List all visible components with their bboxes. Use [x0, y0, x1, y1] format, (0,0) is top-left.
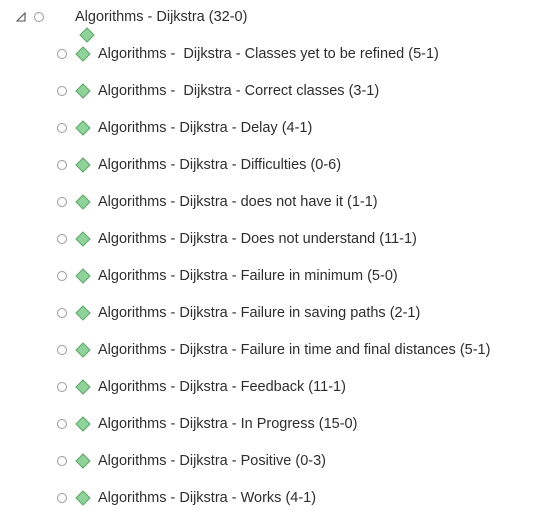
- tree-item-row[interactable]: Algorithms - Dijkstra - Classes yet to b…: [0, 39, 550, 69]
- green-diamond-node-icon: [75, 157, 91, 173]
- tree-item-label: Algorithms - Dijkstra - does not have it…: [98, 194, 378, 210]
- green-diamond-node-icon: [75, 453, 91, 469]
- tree-item-select-circle[interactable]: [57, 419, 67, 429]
- code-tree: Algorithms - Dijkstra (32-0) Algorithms …: [0, 0, 550, 522]
- tree-item-row[interactable]: Algorithms - Dijkstra - Does not underst…: [0, 224, 550, 254]
- tree-item-select-circle[interactable]: [57, 123, 67, 133]
- green-diamond-node-icon: [75, 120, 91, 136]
- tree-item-label: Algorithms - Dijkstra - Delay (4-1): [98, 120, 313, 136]
- tree-item-row[interactable]: Algorithms - Dijkstra - Works (4-1): [0, 483, 550, 513]
- green-diamond-node-icon: [75, 305, 91, 321]
- tree-item-select-circle[interactable]: [57, 382, 67, 392]
- tree-item-label: Algorithms - Dijkstra - Correct classes …: [98, 83, 380, 99]
- tree-item-label: Algorithms - Dijkstra - Failure in savin…: [98, 305, 421, 321]
- green-diamond-node-icon: [75, 194, 91, 210]
- tree-item-select-circle[interactable]: [57, 160, 67, 170]
- tree-item-row[interactable]: Algorithms - Dijkstra - Failure in minim…: [0, 261, 550, 291]
- green-diamond-node-icon: [75, 231, 91, 247]
- tree-item-select-circle[interactable]: [57, 49, 67, 59]
- green-diamond-node-icon: [75, 268, 91, 284]
- tree-item-label: Algorithms - Dijkstra - Failure in time …: [98, 342, 491, 358]
- tree-root-row[interactable]: Algorithms - Dijkstra (32-0): [0, 2, 550, 43]
- tree-item-select-circle[interactable]: [57, 271, 67, 281]
- green-diamond-node-icon: [52, 9, 95, 43]
- tree-item-row[interactable]: Algorithms - Dijkstra - Delay (4-1): [0, 113, 550, 143]
- root-select-circle[interactable]: [34, 12, 44, 22]
- tree-item-row[interactable]: Algorithms - Dijkstra - does not have it…: [0, 187, 550, 217]
- green-diamond-node-icon: [75, 46, 91, 62]
- tree-item-label: Algorithms - Dijkstra - Difficulties (0-…: [98, 157, 342, 173]
- green-diamond-node-icon: [75, 83, 91, 99]
- tree-item-label: Algorithms - Dijkstra - Classes yet to b…: [98, 46, 439, 62]
- expanded-triangle-icon[interactable]: [16, 12, 26, 22]
- tree-item-select-circle[interactable]: [57, 86, 67, 96]
- tree-item-label: Algorithms - Dijkstra - Feedback (11-1): [98, 379, 346, 395]
- tree-item-row[interactable]: Algorithms - Dijkstra - Difficulties (0-…: [0, 150, 550, 180]
- tree-item-select-circle[interactable]: [57, 308, 67, 318]
- tree-item-row[interactable]: Algorithms - Dijkstra - Positive (0-3): [0, 446, 550, 476]
- green-diamond-node-icon: [75, 490, 91, 506]
- tree-item-row[interactable]: Algorithms - Dijkstra - Failure in savin…: [0, 298, 550, 328]
- tree-item-row[interactable]: Algorithms - Dijkstra - Correct classes …: [0, 76, 550, 106]
- tree-item-row[interactable]: Algorithms - Dijkstra - In Progress (15-…: [0, 409, 550, 439]
- tree-item-select-circle[interactable]: [57, 345, 67, 355]
- tree-item-select-circle[interactable]: [57, 197, 67, 207]
- tree-item-select-circle[interactable]: [57, 456, 67, 466]
- tree-item-label: Algorithms - Dijkstra - In Progress (15-…: [98, 416, 358, 432]
- green-diamond-node-icon: [75, 416, 91, 432]
- tree-item-label: Algorithms - Dijkstra - Works (4-1): [98, 490, 317, 506]
- tree-item-label: Algorithms - Dijkstra - Failure in minim…: [98, 268, 398, 284]
- tree-item-select-circle[interactable]: [57, 234, 67, 244]
- tree-item-select-circle[interactable]: [57, 493, 67, 503]
- tree-item-label: Algorithms - Dijkstra - Does not underst…: [98, 231, 417, 247]
- tree-item-row[interactable]: Algorithms - Dijkstra - Feedback (11-1): [0, 372, 550, 402]
- tree-item-row[interactable]: Algorithms - Dijkstra - Failure in time …: [0, 335, 550, 365]
- green-diamond-node-icon: [75, 379, 91, 395]
- tree-item-label: Algorithms - Dijkstra - Positive (0-3): [98, 453, 327, 469]
- root-label: Algorithms - Dijkstra (32-0): [75, 9, 248, 25]
- green-diamond-node-icon: [75, 342, 91, 358]
